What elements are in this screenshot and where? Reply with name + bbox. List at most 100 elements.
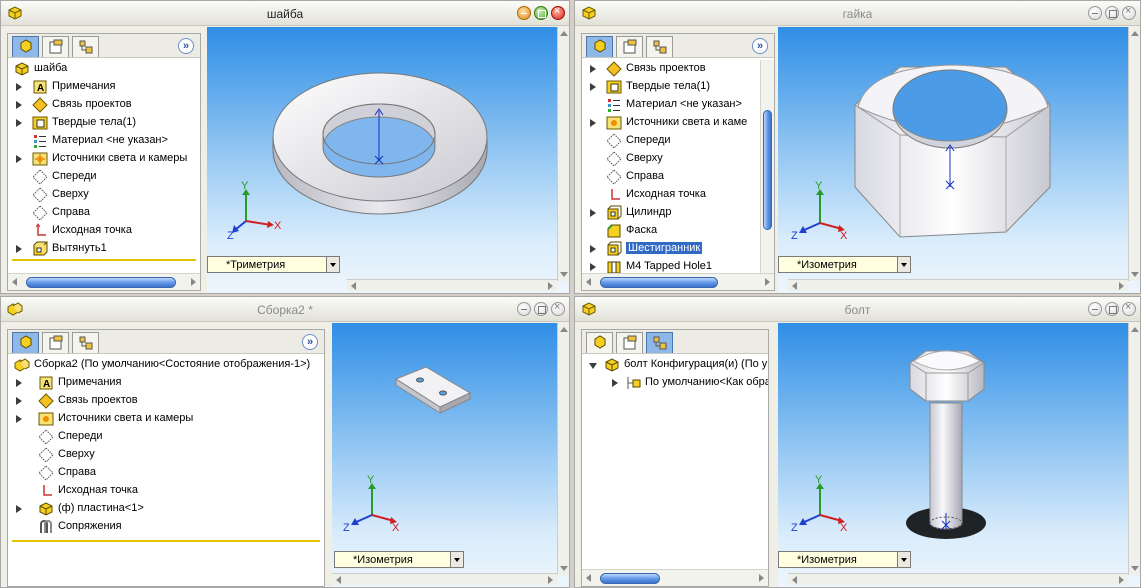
tree-item-design-binder[interactable]: Связь проектов bbox=[8, 392, 324, 410]
tree-item-plane-right[interactable]: Справа bbox=[8, 464, 324, 482]
tab-configuration-manager[interactable] bbox=[72, 332, 99, 353]
graphics-area[interactable]: Y X Z *Изометрия bbox=[778, 323, 1140, 587]
window-bolt[interactable]: болт болт Конфигурация(и) (По у По умолч… bbox=[574, 296, 1141, 588]
view-horizontal-scrollbar[interactable] bbox=[788, 279, 1128, 291]
expand-arrow-icon[interactable] bbox=[16, 415, 22, 423]
tree-item-solid-bodies[interactable]: Твердые тела(1) bbox=[8, 114, 200, 132]
tab-feature-manager[interactable] bbox=[12, 36, 39, 57]
double-chevron-icon[interactable]: » bbox=[302, 334, 318, 350]
expand-arrow-icon[interactable] bbox=[16, 245, 22, 253]
close-button[interactable] bbox=[1122, 5, 1136, 20]
tree-item-plane-top[interactable]: Сверху bbox=[8, 446, 324, 464]
tree-item-hexagon[interactable]: Шестигранник bbox=[582, 240, 760, 258]
view-orientation-dropdown[interactable]: *Изометрия bbox=[334, 551, 464, 568]
window-gaika[interactable]: гайка » Связь проектов Твердые тела(1) bbox=[574, 0, 1141, 294]
tab-configuration-manager[interactable] bbox=[72, 36, 99, 57]
scroll-right-arrow-icon[interactable] bbox=[759, 574, 764, 582]
tab-feature-manager[interactable] bbox=[586, 332, 613, 353]
scroll-left-arrow-icon[interactable] bbox=[586, 574, 591, 582]
maximize-button[interactable] bbox=[534, 302, 548, 316]
graphics-area[interactable]: Y X Z *Изометрия bbox=[778, 27, 1140, 293]
window-shaiba[interactable]: шайба » шайба A Примечания bbox=[0, 0, 570, 294]
view-horizontal-scrollbar[interactable] bbox=[347, 279, 557, 291]
chevron-down-icon[interactable] bbox=[450, 552, 463, 567]
expand-arrow-icon[interactable] bbox=[590, 65, 596, 73]
close-button[interactable] bbox=[1122, 301, 1136, 316]
rollback-bar[interactable] bbox=[12, 540, 320, 542]
tree-item-plane-right[interactable]: Справа bbox=[582, 168, 760, 186]
view-vertical-scrollbar[interactable] bbox=[1128, 27, 1140, 281]
tree-item-root[interactable]: шайба bbox=[8, 60, 200, 78]
tree-item-component[interactable]: (ф) пластина<1> bbox=[8, 500, 324, 518]
window-titlebar[interactable]: шайба bbox=[1, 1, 569, 26]
window-titlebar[interactable]: гайка bbox=[575, 1, 1140, 26]
tree-item-lights-cameras[interactable]: Источники света и каме bbox=[582, 114, 760, 132]
scrollbar-thumb[interactable] bbox=[600, 573, 660, 584]
tree-horizontal-scrollbar[interactable] bbox=[582, 569, 768, 586]
tab-property-manager[interactable] bbox=[42, 332, 69, 353]
minimize-button[interactable] bbox=[517, 6, 531, 20]
expand-arrow-icon[interactable] bbox=[16, 505, 22, 513]
tree-item-root[interactable]: Сборка2 (По умолчанию<Состояние отображе… bbox=[8, 356, 324, 374]
scroll-right-arrow-icon[interactable] bbox=[765, 278, 770, 286]
tree-item-extrude[interactable]: Вытянуть1 bbox=[8, 240, 200, 258]
tab-property-manager[interactable] bbox=[616, 332, 643, 353]
double-chevron-icon[interactable]: » bbox=[178, 38, 194, 54]
maximize-button[interactable] bbox=[1105, 6, 1119, 20]
view-vertical-scrollbar[interactable] bbox=[557, 323, 569, 575]
scroll-left-arrow-icon[interactable] bbox=[12, 278, 17, 286]
tree-horizontal-scrollbar[interactable] bbox=[8, 273, 200, 290]
view-horizontal-scrollbar[interactable] bbox=[332, 573, 557, 585]
tab-property-manager[interactable] bbox=[616, 36, 643, 57]
tree-item-cylinder[interactable]: Цилиндр bbox=[582, 204, 760, 222]
tree-item-plane-front[interactable]: Спереди bbox=[8, 168, 200, 186]
expand-arrow-icon[interactable] bbox=[16, 101, 22, 109]
view-orientation-dropdown[interactable]: *Триметрия bbox=[207, 256, 340, 273]
tree-item-origin[interactable]: Исходная точка bbox=[8, 222, 200, 240]
tree-item-annotations[interactable]: A Примечания bbox=[8, 78, 200, 96]
view-vertical-scrollbar[interactable] bbox=[557, 27, 569, 281]
scroll-right-arrow-icon[interactable] bbox=[191, 278, 196, 286]
tree-item-origin[interactable]: Исходная точка bbox=[582, 186, 760, 204]
view-orientation-dropdown[interactable]: *Изометрия bbox=[778, 551, 911, 568]
graphics-area[interactable]: Y X Z *Триметрия bbox=[207, 27, 569, 293]
chevron-down-icon[interactable] bbox=[897, 552, 910, 567]
minimize-button[interactable] bbox=[517, 302, 531, 316]
rollback-bar[interactable] bbox=[12, 259, 196, 261]
chevron-down-icon[interactable] bbox=[897, 257, 910, 272]
scrollbar-thumb[interactable] bbox=[600, 277, 718, 288]
expand-arrow-icon[interactable] bbox=[590, 83, 596, 91]
window-titlebar[interactable]: Сборка2 * bbox=[1, 297, 569, 322]
scrollbar-thumb[interactable] bbox=[26, 277, 176, 288]
tree-item-chamfer[interactable]: Фаска bbox=[582, 222, 760, 240]
view-orientation-dropdown[interactable]: *Изометрия bbox=[778, 256, 911, 273]
tree-item-configurations-root[interactable]: болт Конфигурация(и) (По у bbox=[582, 356, 768, 374]
scrollbar-thumb[interactable] bbox=[763, 110, 772, 230]
chevron-down-icon[interactable] bbox=[326, 257, 339, 272]
close-button[interactable] bbox=[551, 301, 565, 316]
tree-item-plane-front[interactable]: Спереди bbox=[8, 428, 324, 446]
expand-arrow-icon[interactable] bbox=[590, 263, 596, 271]
tab-property-manager[interactable] bbox=[42, 36, 69, 57]
tab-feature-manager[interactable] bbox=[586, 36, 613, 57]
tree-item-design-binder[interactable]: Связь проектов bbox=[582, 60, 760, 78]
tab-configuration-manager[interactable] bbox=[646, 36, 673, 57]
minimize-button[interactable] bbox=[1088, 6, 1102, 20]
expand-arrow-icon[interactable] bbox=[590, 209, 596, 217]
maximize-button[interactable] bbox=[1105, 302, 1119, 316]
graphics-area[interactable]: Y X Z *Изометрия bbox=[332, 323, 569, 587]
view-horizontal-scrollbar[interactable] bbox=[788, 573, 1128, 585]
expand-arrow-icon[interactable] bbox=[16, 119, 22, 127]
expand-arrow-icon[interactable] bbox=[590, 119, 596, 127]
tree-item-plane-top[interactable]: Сверху bbox=[582, 150, 760, 168]
tree-item-configuration-default[interactable]: По умолчанию<Как обра bbox=[582, 374, 768, 392]
tree-vertical-scrollbar[interactable] bbox=[760, 60, 774, 274]
expand-arrow-icon[interactable] bbox=[16, 397, 22, 405]
tree-item-plane-front[interactable]: Спереди bbox=[582, 132, 760, 150]
expand-arrow-icon[interactable] bbox=[16, 83, 22, 91]
tab-feature-manager[interactable] bbox=[12, 332, 39, 353]
expand-arrow-icon[interactable] bbox=[16, 379, 22, 387]
view-vertical-scrollbar[interactable] bbox=[1128, 323, 1140, 575]
tree-item-material[interactable]: Материал <не указан> bbox=[582, 96, 760, 114]
tree-item-material[interactable]: Материал <не указан> bbox=[8, 132, 200, 150]
